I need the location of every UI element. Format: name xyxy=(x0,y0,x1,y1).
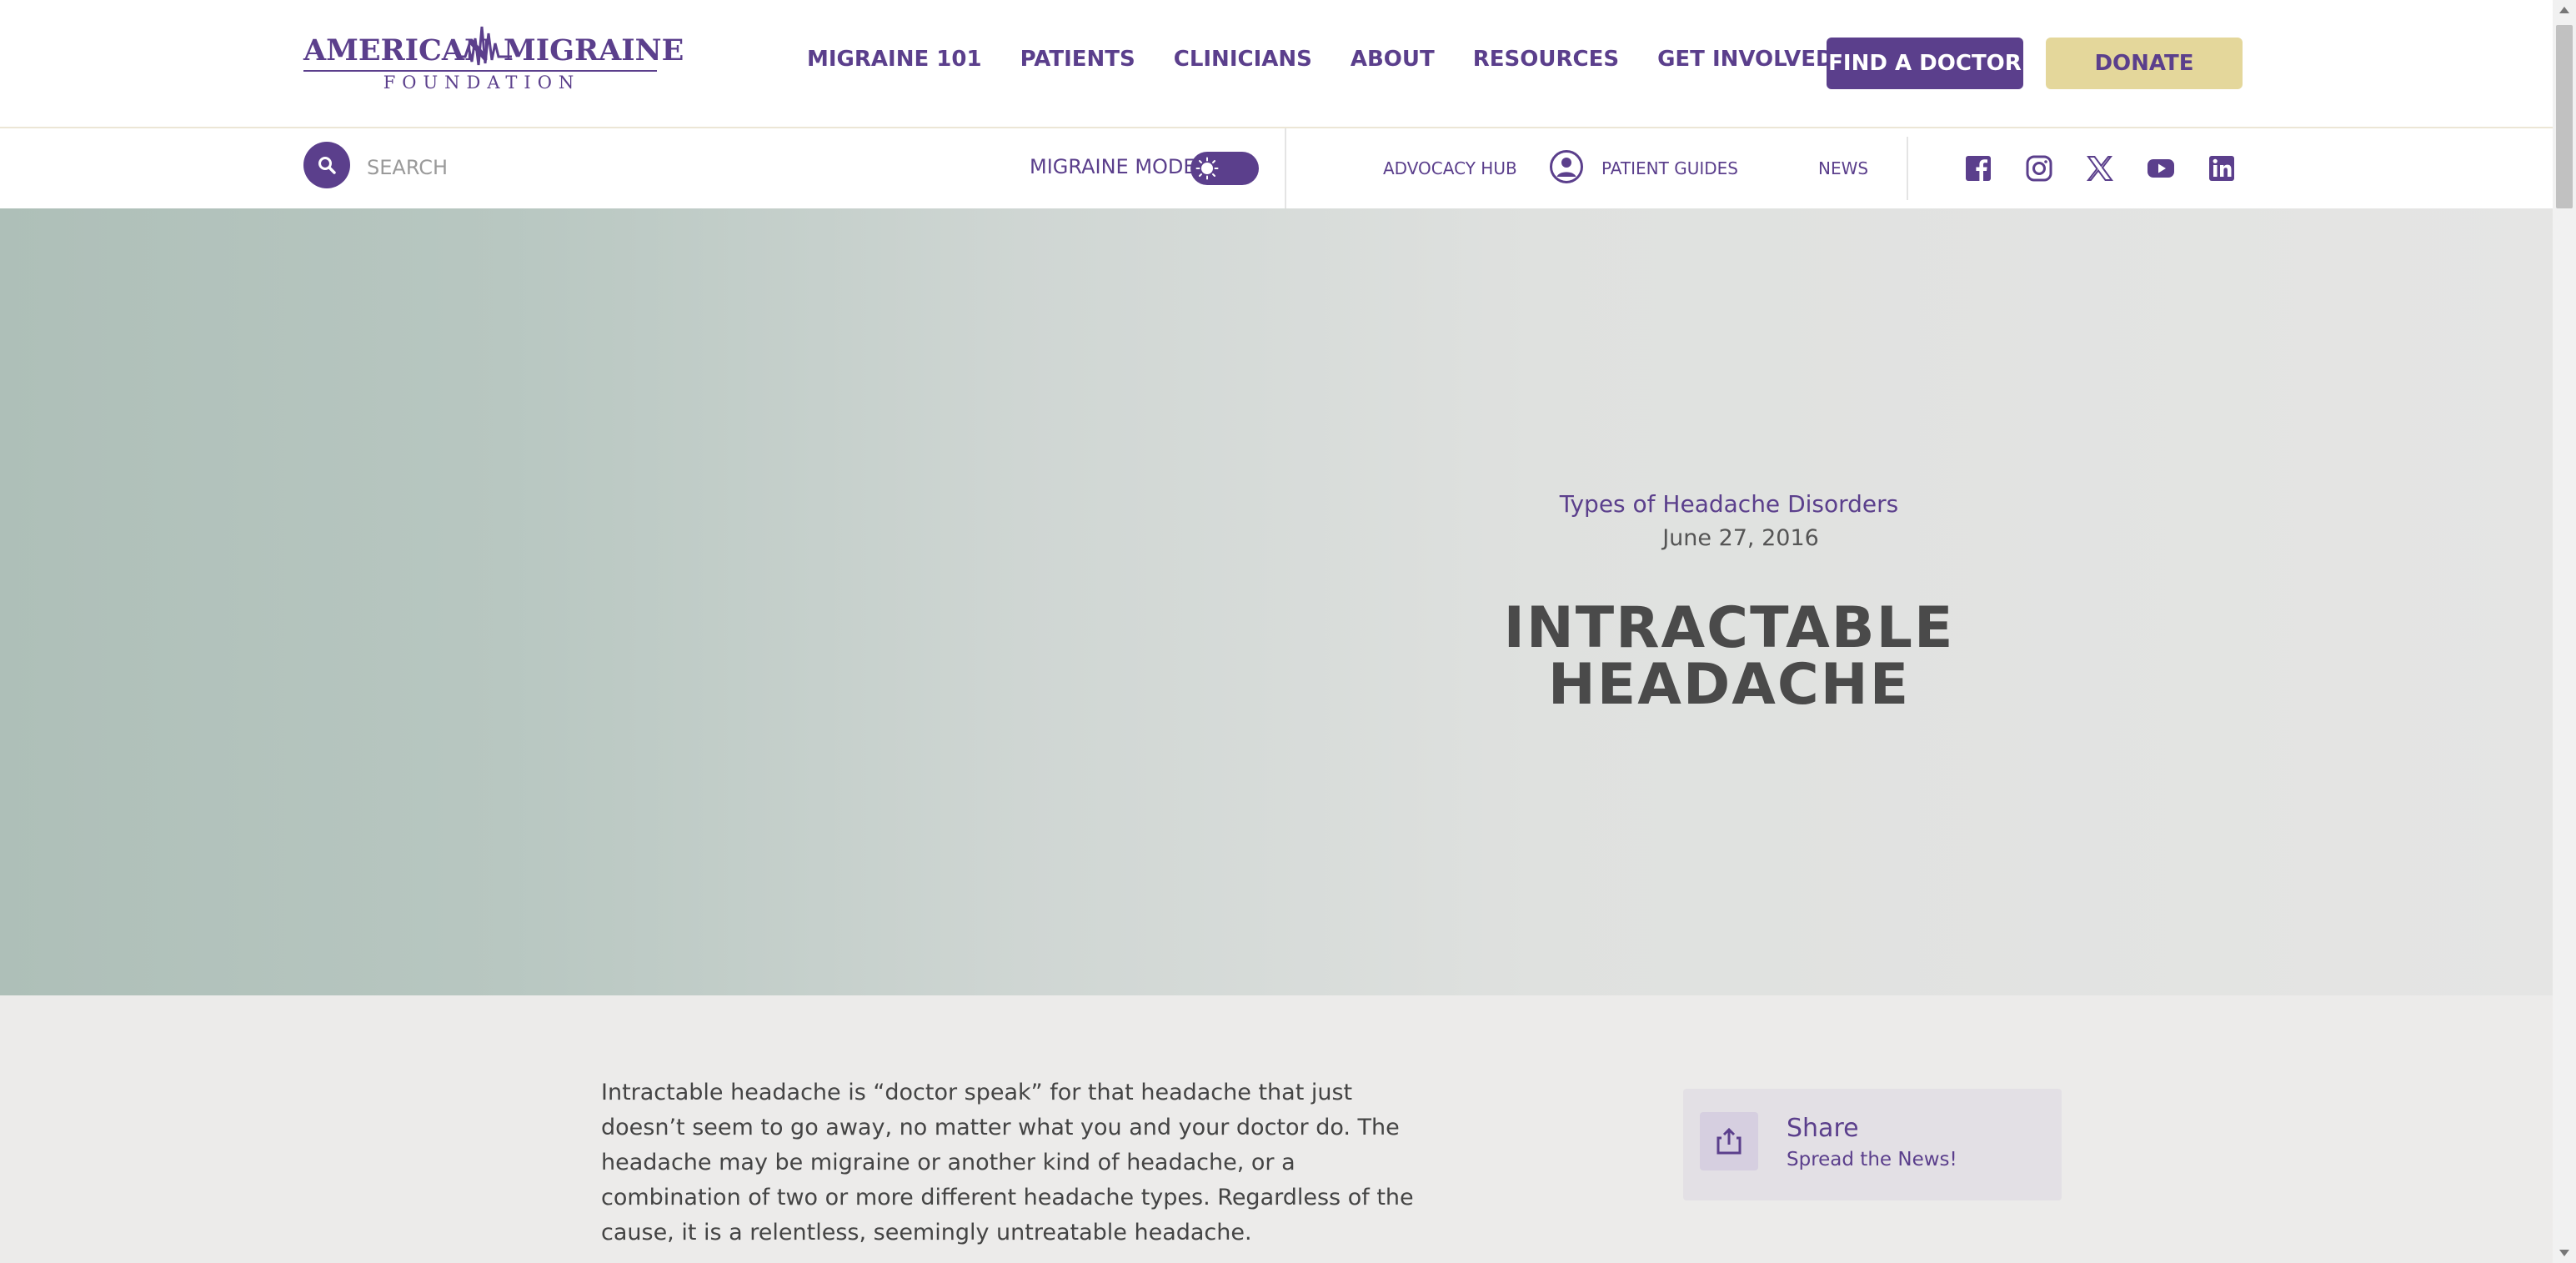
page-title-line-1: INTRACTABLE xyxy=(1503,595,1955,661)
share-subtitle: Spread the News! xyxy=(1787,1149,1957,1170)
logo-wave-icon xyxy=(457,26,512,66)
utility-bar: MIGRAINE MODE ADVOCACY HUB PATIENT GUIDE… xyxy=(0,128,2553,210)
advocacy-hub-link[interactable]: ADVOCACY HUB xyxy=(1383,158,1517,178)
site-header: AMERICAN MIGRAINE FOUNDATION MIGRAINE 10… xyxy=(0,0,2553,128)
migraine-mode-label: MIGRAINE MODE xyxy=(1030,155,1196,178)
search-button[interactable] xyxy=(303,142,350,188)
divider xyxy=(1285,128,1286,208)
user-circle-icon xyxy=(1550,150,1583,183)
article-content: Intractable headache is “doctor speak” f… xyxy=(0,995,2553,1263)
hero-banner: Types of Headache Disorders June 27, 201… xyxy=(0,208,2553,995)
x-icon[interactable] xyxy=(2085,153,2115,183)
page-scrollbar[interactable] xyxy=(2553,0,2576,1263)
linkedin-icon[interactable] xyxy=(2207,153,2237,183)
share-title: Share xyxy=(1787,1114,1859,1143)
page-title-line-2: HEADACHE xyxy=(1547,652,1911,718)
page-title: INTRACTABLE HEADACHE xyxy=(1437,600,2021,714)
news-link[interactable]: NEWS xyxy=(1818,158,1868,178)
logo-rule xyxy=(303,70,657,72)
nav-item-clinicians[interactable]: CLINICIANS xyxy=(1174,47,1312,72)
donate-button[interactable]: DONATE xyxy=(2046,38,2243,89)
find-a-doctor-button[interactable]: FIND A DOCTOR xyxy=(1827,38,2023,89)
scroll-up-arrow-icon[interactable] xyxy=(2559,7,2569,13)
scrollbar-thumb[interactable] xyxy=(2556,25,2573,208)
logo-word-migraine: MIGRAINE xyxy=(504,33,684,68)
facebook-icon[interactable] xyxy=(1963,153,1993,183)
nav-item-about[interactable]: ABOUT xyxy=(1351,47,1435,72)
logo-subtitle: FOUNDATION xyxy=(383,73,581,93)
search-input[interactable] xyxy=(365,150,619,185)
share-icon xyxy=(1716,1127,1742,1155)
article-category[interactable]: Types of Headache Disorders xyxy=(1437,490,2021,518)
nav-item-get-involved[interactable]: GET INVOLVED xyxy=(1657,47,1834,72)
site-logo[interactable]: AMERICAN MIGRAINE FOUNDATION xyxy=(302,22,684,95)
nav-item-patients[interactable]: PATIENTS xyxy=(1020,47,1135,72)
scroll-down-arrow-icon[interactable] xyxy=(2559,1250,2569,1256)
search-icon xyxy=(318,157,336,174)
article-date: June 27, 2016 xyxy=(1662,525,1819,551)
divider xyxy=(1907,137,1908,200)
main-nav: MIGRAINE 101 PATIENTS CLINICIANS ABOUT R… xyxy=(807,47,1872,72)
youtube-icon[interactable] xyxy=(2146,153,2176,183)
share-icon-box xyxy=(1700,1112,1758,1170)
nav-item-migraine-101[interactable]: MIGRAINE 101 xyxy=(807,47,982,72)
migraine-mode-toggle[interactable] xyxy=(1190,152,1259,185)
patient-guides-link[interactable]: PATIENT GUIDES xyxy=(1601,158,1738,178)
sun-icon xyxy=(1195,157,1219,180)
instagram-icon[interactable] xyxy=(2024,153,2054,183)
share-panel[interactable]: Share Spread the News! xyxy=(1683,1089,2062,1200)
article-intro-paragraph: Intractable headache is “doctor speak” f… xyxy=(601,1080,1414,1245)
nav-item-resources[interactable]: RESOURCES xyxy=(1473,47,1619,72)
